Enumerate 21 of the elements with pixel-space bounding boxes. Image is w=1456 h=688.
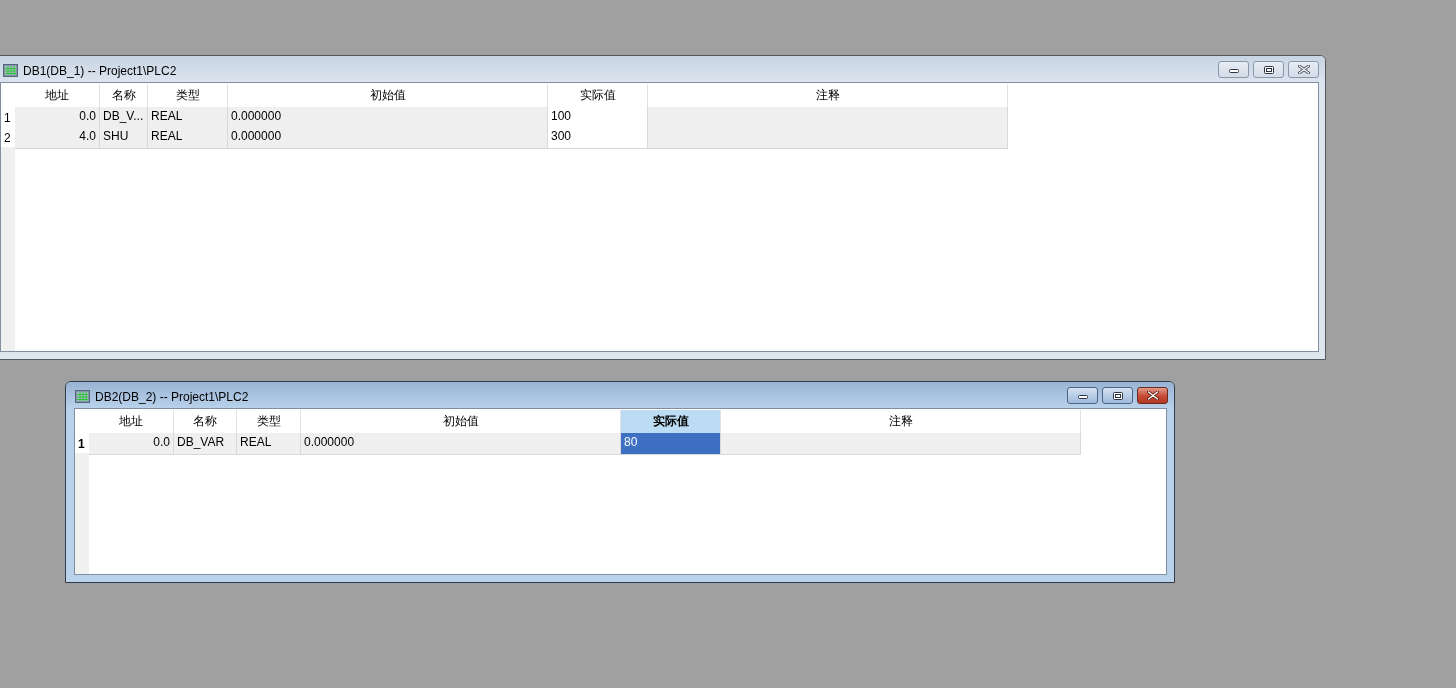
minimize-icon [1077, 395, 1088, 399]
table-cell[interactable]: REAL [237, 433, 301, 455]
window-title: DB2(DB_2) -- Project1\PLC2 [95, 389, 249, 404]
close-icon [1297, 65, 1310, 74]
grid-icon [3, 64, 18, 77]
window-title: DB1(DB_1) -- Project1\PLC2 [23, 63, 177, 78]
table-cell[interactable]: DB_VAR [174, 433, 237, 455]
close-button[interactable] [1137, 387, 1168, 404]
title-bar[interactable]: DB2(DB_2) -- Project1\PLC2 [66, 382, 1174, 408]
table-cell[interactable]: 0.0 [89, 433, 174, 455]
table-cell[interactable]: 80 [621, 433, 721, 455]
restore-icon [1263, 65, 1274, 74]
column-header[interactable]: 实际值 [621, 410, 721, 433]
maximize-button[interactable] [1102, 387, 1133, 404]
minimize-button[interactable] [1067, 387, 1098, 404]
table-cell[interactable]: 0.000000 [301, 433, 621, 455]
table-cell[interactable] [721, 433, 1081, 455]
minimize-icon [1228, 69, 1239, 73]
close-icon [1146, 391, 1159, 400]
grid-icon [75, 390, 90, 403]
restore-icon [1112, 391, 1123, 400]
